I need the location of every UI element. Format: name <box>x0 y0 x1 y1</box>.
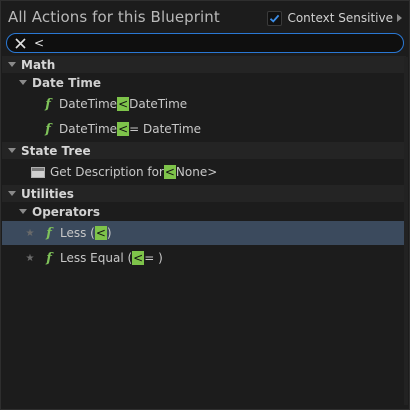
action-item-datetime-less[interactable]: f DateTime < DateTime <box>2 93 406 115</box>
action-label-pre: Less Equal ( <box>60 251 133 265</box>
action-label-post: = ) <box>144 251 163 265</box>
action-label-pre: Get Description for <box>50 165 164 179</box>
subcategory-label: Operators <box>32 204 100 219</box>
search-match-highlight: < <box>117 122 130 136</box>
category-label: State Tree <box>21 143 91 158</box>
search-match-highlight: < <box>132 251 145 265</box>
context-sensitive-checkbox[interactable] <box>267 10 283 26</box>
action-label-post: ) <box>106 226 112 240</box>
triangle-down-icon[interactable] <box>8 62 16 67</box>
context-sensitive-toggle[interactable]: Context Sensitive <box>267 10 402 26</box>
action-menu-panel: All Actions for this Blueprint Context S… <box>0 0 410 410</box>
subcategory-date-time[interactable]: Date Time <box>2 74 406 91</box>
menu-title: All Actions for this Blueprint <box>8 8 220 26</box>
category-math[interactable]: Math <box>2 56 406 73</box>
triangle-down-icon[interactable] <box>8 191 16 196</box>
subcategory-operators[interactable]: Operators <box>2 203 406 220</box>
action-label-pre: Less ( <box>60 226 95 240</box>
search-match-highlight: < <box>117 97 130 111</box>
star-icon[interactable]: ★ <box>25 228 35 239</box>
triangle-down-icon[interactable] <box>19 80 27 85</box>
action-menu-header: All Actions for this Blueprint Context S… <box>1 1 409 33</box>
search-match-highlight: < <box>94 226 107 240</box>
function-icon: f <box>45 96 51 112</box>
action-label-pre: DateTime <box>59 122 118 136</box>
search-box[interactable] <box>6 33 404 53</box>
checkmark-icon <box>270 14 280 23</box>
function-icon: f <box>45 121 51 137</box>
action-item-less-equal[interactable]: ★ f Less Equal ( < = ) <box>2 247 406 269</box>
clear-search-glyph <box>15 37 26 49</box>
category-utilities[interactable]: Utilities <box>2 185 406 202</box>
chevron-right-icon[interactable] <box>397 14 402 22</box>
category-state-tree[interactable]: State Tree <box>2 142 406 159</box>
action-item-get-description[interactable]: Get Description for < None> <box>2 161 406 183</box>
function-icon: f <box>46 225 52 241</box>
action-label-pre: DateTime <box>59 97 118 111</box>
context-sensitive-label: Context Sensitive <box>287 11 393 25</box>
subcategory-label: Date Time <box>32 75 102 90</box>
search-match-highlight: < <box>163 165 176 179</box>
category-label: Utilities <box>21 186 74 201</box>
tree-scrollbar[interactable] <box>404 57 408 405</box>
struct-icon <box>31 166 45 178</box>
triangle-down-icon[interactable] <box>8 148 16 153</box>
close-icon[interactable] <box>15 37 26 49</box>
action-label-post: = DateTime <box>129 122 202 136</box>
triangle-down-icon[interactable] <box>19 209 27 214</box>
star-icon[interactable]: ★ <box>25 253 35 264</box>
action-label-post: None> <box>175 165 218 179</box>
action-item-datetime-less-equal[interactable]: f DateTime < = DateTime <box>2 118 406 140</box>
function-icon: f <box>46 250 52 266</box>
action-label-post: DateTime <box>129 97 188 111</box>
action-item-less[interactable]: ★ f Less ( < ) <box>2 221 406 245</box>
category-label: Math <box>21 57 56 72</box>
search-input[interactable] <box>34 36 374 50</box>
